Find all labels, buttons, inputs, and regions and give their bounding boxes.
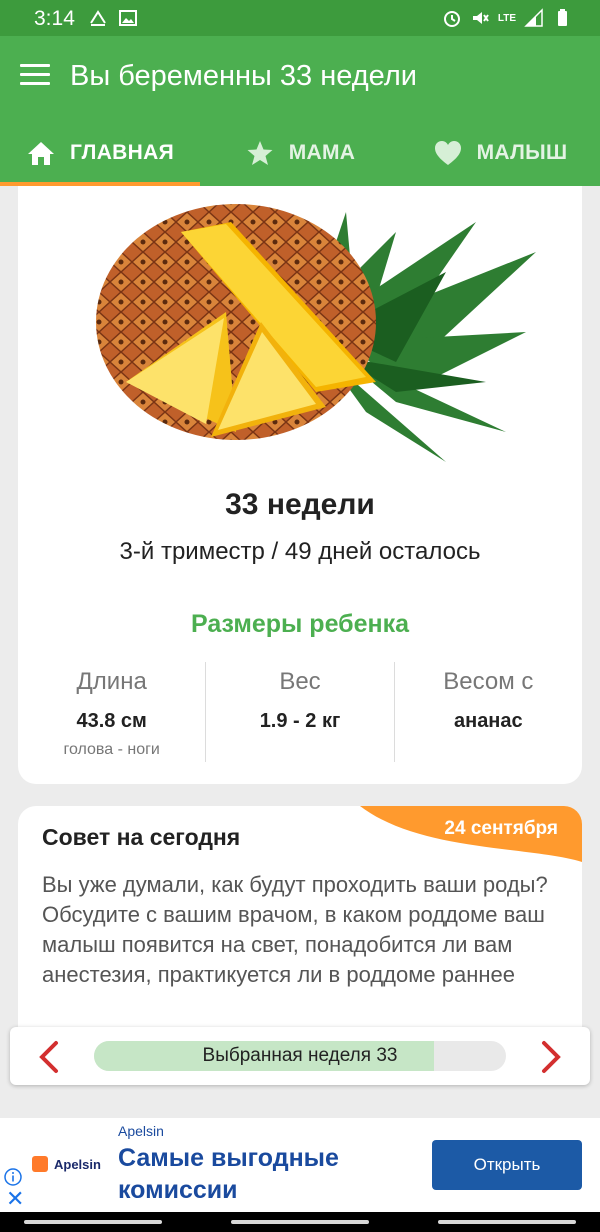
ad-logo-text: Apelsin [54,1156,101,1172]
tab-baby[interactable]: МАЛЫШ [400,120,600,186]
stat-weight: Вес 1.9 - 2 кг [205,662,393,762]
lte-icon: LTE [497,12,516,24]
app-bar: Вы беременны 33 недели [0,36,600,120]
ad-close-icon[interactable]: ✕ [6,1188,24,1210]
baby-size-card: 33 недели 3-й триместр / 49 дней осталос… [18,186,582,784]
tip-text: Вы уже думали, как будут проходить ваши … [42,872,548,987]
ad-banner[interactable]: ✕ Apelsin Apelsin Самые выгодные комисси… [0,1118,600,1212]
tip-title: Совет на сегодня [42,824,241,850]
stat-weight-value: 1.9 - 2 кг [259,710,341,732]
image-icon [119,10,137,26]
download-icon [90,10,106,26]
star-icon [247,141,273,165]
nav-home-gesture[interactable] [231,1220,369,1224]
tab-mama-label: МАМА [288,141,356,164]
stat-compare-value: ананас [453,710,523,732]
date-badge: 24 сентября [360,806,582,862]
pineapple-image [96,204,536,462]
home-icon [28,142,54,165]
size-stats: Длина 43.8 см голова - ноги Вес 1.9 - 2 … [18,662,582,762]
stat-weight-label: Вес [279,668,321,695]
ad-logo: Apelsin [32,1156,101,1172]
stat-compare: Весом с ананас [393,662,582,762]
week-selector: Выбранная неделя 33 [10,1027,590,1085]
next-week-arrow-icon[interactable] [530,1037,570,1077]
trimester-text: 3-й триместр / 49 дней осталось [119,538,481,565]
tab-home[interactable]: ГЛАВНАЯ [0,120,200,186]
tab-bar: ГЛАВНАЯ МАМА МАЛЫШ [0,120,600,186]
ad-open-button[interactable]: Открыть [432,1140,582,1190]
system-nav-bar [0,1212,600,1232]
page-title: Вы беременны 33 недели [70,60,417,92]
ad-info-icon[interactable] [4,1168,22,1186]
ad-brand: Apelsin [118,1123,164,1139]
selected-week-label: Выбранная неделя 33 [202,1045,398,1066]
battery-icon [558,9,567,26]
nav-back-gesture[interactable] [24,1220,162,1224]
stat-length-sub: голова - ноги [63,741,160,758]
tab-mama[interactable]: МАМА [200,120,400,186]
tab-home-label: ГЛАВНАЯ [70,141,174,164]
status-time: 3:14 [34,7,75,30]
stat-length-label: Длина [76,668,147,695]
ad-headline: Самые выгодные комиссии [118,1144,339,1204]
baby-sizes-heading: Размеры ребенка [190,610,410,638]
week-progress-bar[interactable]: Выбранная неделя 33 [94,1041,506,1071]
status-bar: 3:14 LTE [0,0,600,36]
previous-week-arrow-icon[interactable] [30,1037,70,1077]
week-title: 33 недели [225,488,375,521]
mute-icon [472,12,489,24]
alarm-icon [443,11,460,27]
date-badge-text: 24 сентября [444,818,558,839]
stat-length-value: 43.8 см [76,710,147,732]
nav-recents-gesture[interactable] [438,1220,576,1224]
stat-length: Длина 43.8 см голова - ноги [18,662,205,762]
hamburger-menu-icon[interactable] [20,64,50,92]
heart-icon [434,141,461,165]
stat-compare-label: Весом с [443,668,534,695]
signal-icon [524,8,543,27]
tab-baby-label: МАЛЫШ [476,141,568,164]
